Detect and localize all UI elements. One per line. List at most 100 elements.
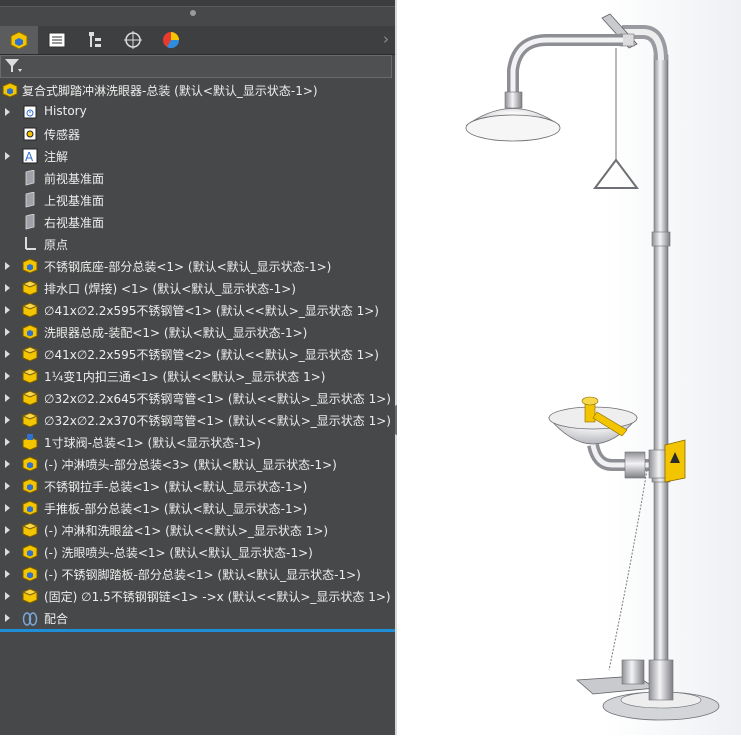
- expand-arrow-icon[interactable]: [5, 284, 10, 292]
- tab-overflow-chevron-icon[interactable]: ›: [383, 30, 389, 48]
- part-icon: [22, 368, 38, 384]
- expand-arrow-icon[interactable]: [5, 504, 10, 512]
- tree-item-label: 配合: [44, 612, 69, 626]
- svg-text:A: A: [25, 150, 34, 164]
- base-column: [648, 659, 674, 701]
- expand-arrow-icon[interactable]: [5, 570, 10, 578]
- tree-item-label: 右视基准面: [44, 216, 105, 230]
- tree-item[interactable]: 1寸球阀-总装<1> (默认<显示状态-1>): [0, 431, 395, 453]
- tree-item-label: (-) 洗眼喷头-总装<1> (默认<默认_显示状态-1>): [44, 546, 313, 560]
- tree-item-label: (-) 不锈钢脚踏板-部分总装<1> (默认<默认_显示状态-1>): [44, 568, 361, 582]
- tab-configuration-manager[interactable]: [76, 26, 114, 54]
- tree-item[interactable]: 不锈钢拉手-总装<1> (默认<默认_显示状态-1>): [0, 475, 395, 497]
- main-vertical-pipe: [653, 54, 669, 701]
- tree-item[interactable]: 前视基准面: [0, 167, 395, 189]
- tree-item-label: 不锈钢底座-部分总装<1> (默认<默认_显示状态-1>): [44, 260, 332, 274]
- assembly-icon: [22, 500, 38, 516]
- expand-arrow-icon[interactable]: [5, 614, 10, 622]
- tree-item-label: (-) 冲淋和洗眼盆<1> (默认<<默认>_显示状态 1>): [44, 524, 329, 538]
- graphics-viewport[interactable]: [397, 0, 741, 735]
- tree-item-label: 洗眼器总成-装配<1> (默认<默认_显示状态-1>): [44, 326, 308, 340]
- tree-item-label: 1¼变1内扣三通<1> (默认<<默认>_显示状态 1>): [44, 370, 326, 384]
- eyewash-valve-body: [624, 451, 646, 479]
- tree-item[interactable]: ∅32x∅2.2x645不锈钢弯管<1> (默认<<默认>_显示状态 1>): [0, 387, 395, 409]
- manager-tab-bar: ›: [0, 26, 395, 55]
- expand-arrow-icon[interactable]: [5, 460, 10, 468]
- tree-item[interactable]: History: [0, 101, 395, 123]
- panel-grip-handle[interactable]: [190, 10, 196, 16]
- tree-item[interactable]: ∅32x∅2.2x370不锈钢弯管<1> (默认<<默认>_显示状态 1>): [0, 409, 395, 431]
- filter-icon[interactable]: [4, 58, 22, 74]
- expand-arrow-icon[interactable]: [5, 152, 10, 160]
- expand-arrow-icon[interactable]: [5, 350, 10, 358]
- tab-dimxpert-manager[interactable]: [114, 26, 152, 54]
- plane-icon: [25, 192, 35, 208]
- expand-arrow-icon[interactable]: [5, 306, 10, 314]
- emergency-shower-eyewash-model: [465, 13, 720, 721]
- tree-item[interactable]: (-) 不锈钢脚踏板-部分总装<1> (默认<默认_显示状态-1>): [0, 563, 395, 585]
- tree-item[interactable]: 配合: [0, 607, 395, 629]
- tree-item[interactable]: 原点: [0, 233, 395, 255]
- tree-item[interactable]: 传感器: [0, 123, 395, 145]
- tree-item-label: ∅41x∅2.2x595不锈钢管<1> (默认<<默认>_显示状态 1>): [44, 304, 379, 318]
- expand-arrow-icon[interactable]: [5, 482, 10, 490]
- tree-item[interactable]: 洗眼器总成-装配<1> (默认<默认_显示状态-1>): [0, 321, 395, 343]
- tree-item-label: 原点: [44, 238, 69, 252]
- expand-arrow-icon[interactable]: [5, 438, 10, 446]
- tree-item-label: 1寸球阀-总装<1> (默认<显示状态-1>): [44, 436, 261, 450]
- tree-item-label: 传感器: [44, 128, 81, 142]
- tree-item[interactable]: 右视基准面: [0, 211, 395, 233]
- assembly-icon: [22, 478, 38, 494]
- tree-item[interactable]: 排水口 (焊接) <1> (默认<默认_显示状态-1>): [0, 277, 395, 299]
- part-icon: [22, 588, 38, 604]
- expand-arrow-icon[interactable]: [5, 108, 10, 116]
- tab-property-manager[interactable]: [38, 26, 76, 54]
- tree-item[interactable]: ∅41x∅2.2x595不锈钢管<2> (默认<<默认>_显示状态 1>): [0, 343, 395, 365]
- tree-item[interactable]: A 注解: [0, 145, 395, 167]
- configuration-manager-icon: [89, 32, 101, 47]
- tree-item[interactable]: (-) 冲淋喷头-部分总装<3> (默认<默认_显示状态-1>): [0, 453, 395, 475]
- expand-arrow-icon[interactable]: [5, 416, 10, 424]
- assembly-icon: [22, 544, 38, 560]
- expand-arrow-icon[interactable]: [5, 328, 10, 336]
- tree-item-label: History: [44, 104, 87, 118]
- expand-arrow-icon[interactable]: [5, 372, 10, 380]
- tree-root-assembly[interactable]: 复合式脚踏冲淋洗眼器-总装 (默认<默认_显示状态-1>): [0, 79, 395, 101]
- tree-rollback-bar[interactable]: [0, 629, 395, 632]
- tree-item-label: (固定) ∅1.5不锈钢钢链<1> ->x (默认<<默认>_显示状态 1>): [44, 590, 391, 604]
- tree-item[interactable]: (-) 洗眼喷头-总装<1> (默认<默认_显示状态-1>): [0, 541, 395, 563]
- expand-arrow-icon[interactable]: [5, 526, 10, 534]
- tree-filter-bar[interactable]: [0, 55, 392, 78]
- assembly-icon: [22, 324, 38, 340]
- expand-arrow-icon[interactable]: [5, 548, 10, 556]
- sensor-icon: [23, 127, 37, 141]
- part-icon: [22, 522, 38, 538]
- dimxpert-manager-icon: [124, 31, 142, 49]
- tree-item-label: 前视基准面: [44, 172, 105, 186]
- part-icon: [22, 390, 38, 406]
- tree-item[interactable]: 上视基准面: [0, 189, 395, 211]
- tab-feature-manager[interactable]: [0, 26, 38, 54]
- tab-display-manager[interactable]: [152, 26, 190, 54]
- tree-item[interactable]: ∅41x∅2.2x595不锈钢管<1> (默认<<默认>_显示状态 1>): [0, 299, 395, 321]
- pull-triangle-handle: [593, 158, 639, 189]
- tree-item[interactable]: 不锈钢底座-部分总装<1> (默认<默认_显示状态-1>): [0, 255, 395, 277]
- tree-item[interactable]: 手推板-部分总装<1> (默认<默认_显示状态-1>): [0, 497, 395, 519]
- display-manager-icon: [163, 32, 180, 49]
- annotation-icon: A: [22, 148, 38, 164]
- tree-item[interactable]: (固定) ∅1.5不锈钢钢链<1> ->x (默认<<默认>_显示状态 1>): [0, 585, 395, 607]
- expand-arrow-icon[interactable]: [5, 592, 10, 600]
- part-icon: [22, 412, 38, 428]
- tree-item[interactable]: (-) 冲淋和洗眼盆<1> (默认<<默认>_显示状态 1>): [0, 519, 395, 541]
- tree-item-label: 不锈钢拉手-总装<1> (默认<默认_显示状态-1>): [44, 480, 308, 494]
- expand-arrow-icon[interactable]: [5, 262, 10, 270]
- valve-assembly-icon: [22, 434, 38, 450]
- expand-arrow-icon[interactable]: [5, 394, 10, 402]
- tree-item[interactable]: 1¼变1内扣三通<1> (默认<<默认>_显示状态 1>): [0, 365, 395, 387]
- assembly-icon: [22, 456, 38, 472]
- foot-chain: [608, 469, 648, 671]
- tree-item-label: 手推板-部分总装<1> (默认<默认_显示状态-1>): [44, 502, 308, 516]
- assembly-icon: [2, 82, 18, 98]
- plane-icon: [25, 170, 35, 186]
- history-icon: [23, 105, 37, 119]
